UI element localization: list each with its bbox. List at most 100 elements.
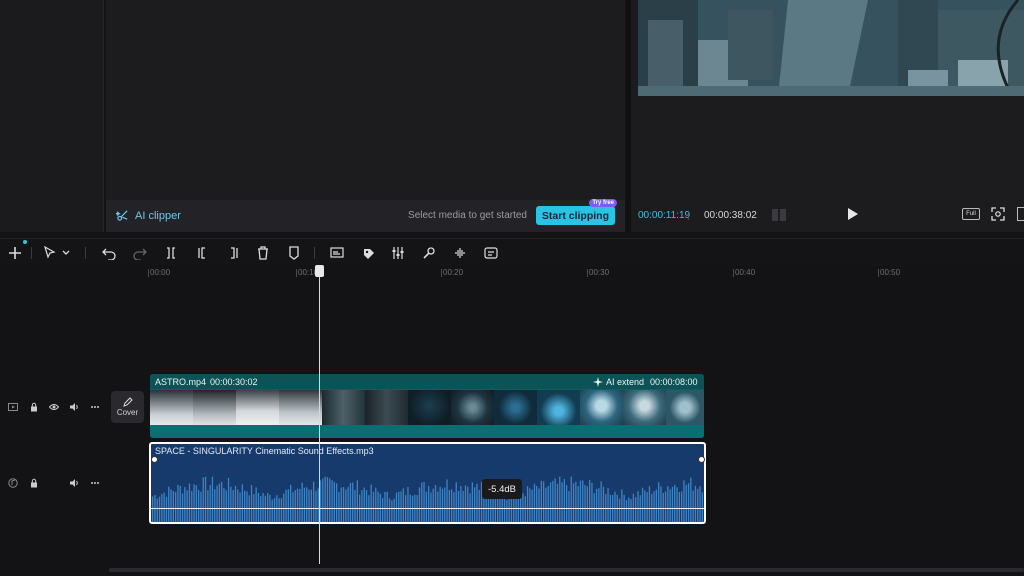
cover-label: Cover xyxy=(116,408,139,417)
video-frame xyxy=(236,390,279,425)
audio-track-icon xyxy=(8,478,18,488)
audio-clip-name: SPACE - SINGULARITY Cinematic Sound Effe… xyxy=(155,446,374,456)
ai-clipper-label: AI clipper xyxy=(135,209,181,222)
video-frame xyxy=(408,390,451,425)
ruler-label: 00:20 xyxy=(443,268,464,277)
speed-icon[interactable] xyxy=(361,246,377,260)
start-clipping-label: Start clipping xyxy=(541,209,609,222)
split-left-icon[interactable] xyxy=(195,246,211,260)
ruler-tick xyxy=(148,269,149,277)
video-clip-name: ASTRO.mp4 xyxy=(155,377,207,387)
redo-icon[interactable] xyxy=(132,246,148,260)
ruler-label: 00:30 xyxy=(589,268,610,277)
eye-icon[interactable] xyxy=(49,402,59,412)
ruler-label: 00:00 xyxy=(150,268,171,277)
ai-clipper-bar: AI clipper Select media to get started S… xyxy=(106,199,625,232)
clip-trim-handle-left[interactable] xyxy=(151,456,158,463)
video-clip-duration: 00:00:30:02 xyxy=(210,377,258,387)
ai-extend-duration: 00:00:08:00 xyxy=(650,377,698,387)
split-right-icon[interactable] xyxy=(225,246,241,260)
captions-icon[interactable] xyxy=(329,246,345,260)
current-time: 00:00:11:19 xyxy=(638,210,691,221)
cover-button[interactable]: Cover xyxy=(111,391,144,423)
playhead-handle[interactable] xyxy=(315,265,324,277)
undo-icon[interactable] xyxy=(101,246,117,260)
voice-icon[interactable] xyxy=(421,246,437,260)
adjust-icon[interactable] xyxy=(390,246,406,260)
smart-icon[interactable] xyxy=(483,246,499,260)
preview-video-frame xyxy=(638,0,1024,96)
video-audio-strip xyxy=(150,425,704,438)
expand-icon[interactable] xyxy=(1017,207,1024,221)
video-frame xyxy=(451,390,494,425)
toolbar-divider xyxy=(85,247,86,259)
try-free-badge: Try free xyxy=(589,199,617,207)
select-media-hint: Select media to get started xyxy=(408,210,527,221)
ruler-tick xyxy=(587,269,588,277)
lock-icon[interactable] xyxy=(29,478,39,488)
video-frame xyxy=(150,390,193,425)
ai-extend-button[interactable]: AI extend xyxy=(593,377,644,387)
ruler-tick xyxy=(441,269,442,277)
speaker-icon[interactable] xyxy=(69,478,79,488)
time-separator: | xyxy=(687,210,690,221)
video-clip-header: ASTRO.mp4 00:00:30:02 AI extend 00:00:08… xyxy=(150,374,704,389)
split-icon[interactable] xyxy=(163,246,179,260)
ruler-tick xyxy=(733,269,734,277)
total-time: 00:00:38:02 xyxy=(704,210,757,221)
select-cursor-icon[interactable] xyxy=(42,246,58,260)
video-track-icon xyxy=(8,403,18,411)
player-controls: 00:00:11:19 | 00:00:38:02 Full xyxy=(631,200,1024,230)
playhead[interactable] xyxy=(319,270,320,564)
ruler-tick xyxy=(296,269,297,277)
toolbar-divider xyxy=(314,247,315,259)
marker-icon[interactable] xyxy=(286,246,302,260)
add-icon[interactable] xyxy=(7,246,23,260)
chevron-down-icon[interactable] xyxy=(61,246,71,260)
delete-icon[interactable] xyxy=(255,246,271,260)
video-frame xyxy=(580,390,623,425)
audio-split-icon[interactable] xyxy=(452,246,468,260)
corridor-scene xyxy=(638,0,1024,96)
speaker-icon[interactable] xyxy=(69,402,79,412)
grid-view-icon[interactable] xyxy=(772,209,786,221)
full-label: Full xyxy=(966,211,976,217)
timeline-toolbar xyxy=(0,238,1024,266)
video-frame xyxy=(623,390,666,425)
video-frame xyxy=(494,390,537,425)
media-sidebar xyxy=(0,0,104,232)
volume-line[interactable] xyxy=(151,508,704,509)
toolbar-divider xyxy=(31,247,32,259)
video-frame xyxy=(537,390,580,425)
sparkle-icon xyxy=(593,377,603,387)
video-editor: AI clipper Select media to get started S… xyxy=(0,0,1024,576)
video-clip[interactable]: ASTRO.mp4 00:00:30:02 AI extend 00:00:08… xyxy=(150,374,704,438)
horizontal-scrollbar[interactable] xyxy=(109,568,1024,572)
clip-trim-handle-right[interactable] xyxy=(698,456,705,463)
video-frame xyxy=(365,390,408,425)
ruler-tick xyxy=(878,269,879,277)
more-options-icon[interactable] xyxy=(90,402,100,412)
video-filmstrip xyxy=(150,390,704,425)
video-frame xyxy=(322,390,365,425)
ai-clipper-button[interactable]: AI clipper xyxy=(116,209,181,222)
start-clipping-button[interactable]: Start clipping Try free xyxy=(535,199,617,225)
notification-dot xyxy=(23,240,27,244)
video-frame xyxy=(666,390,704,425)
more-options-icon[interactable] xyxy=(90,478,100,488)
play-icon[interactable] xyxy=(845,207,859,221)
video-frame xyxy=(193,390,236,425)
audio-clip[interactable]: SPACE - SINGULARITY Cinematic Sound Effe… xyxy=(149,442,706,524)
fit-screen-icon[interactable] xyxy=(991,207,1005,221)
media-panel: AI clipper Select media to get started S… xyxy=(106,0,625,232)
timeline-ruler[interactable]: 00:00 00:10 00:20 00:30 00:40 00:50 xyxy=(148,266,1024,280)
edit-pencil-icon xyxy=(122,397,133,407)
lock-icon[interactable] xyxy=(29,402,39,412)
ruler-label: 00:40 xyxy=(735,268,756,277)
ai-extend-label: AI extend xyxy=(606,377,645,387)
video-frame xyxy=(279,390,322,425)
ruler-label: 00:50 xyxy=(880,268,901,277)
scissors-sparkle-icon xyxy=(116,210,128,221)
volume-db-badge: -5.4dB xyxy=(482,479,522,499)
full-screen-ratio-button[interactable]: Full xyxy=(962,208,980,220)
